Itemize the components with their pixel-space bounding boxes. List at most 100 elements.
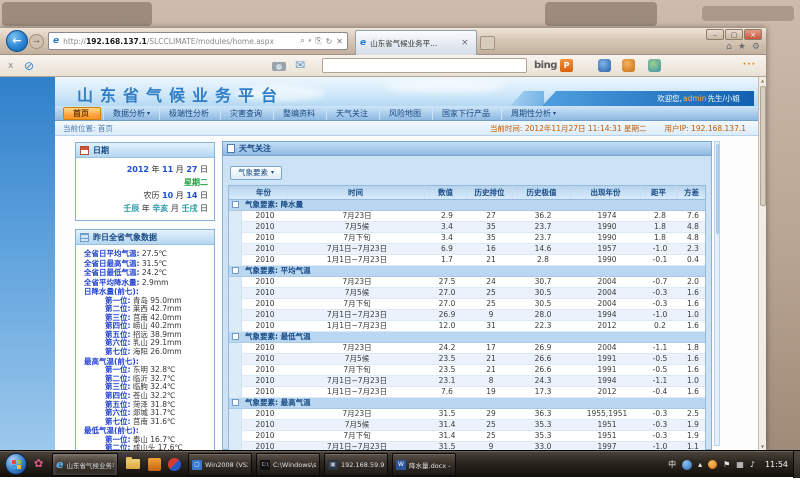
table-row: 20107月23日2.92736.219742.87.6 [229,211,705,222]
nav-item[interactable]: 极端性分析 [159,107,220,120]
table-cell: -1.1 [642,343,678,352]
toolbar-addon-icon[interactable] [598,59,611,72]
nav-item[interactable]: 首页 [63,107,101,120]
toolbar-addon-icon[interactable] [648,59,661,72]
table-cell: 25 [468,299,514,308]
stop-icon[interactable]: ✕ [336,37,343,46]
column-header: 出现年份 [571,186,641,199]
taskbar-window-button[interactable]: ▣ 192.168.59.99... [324,453,388,476]
tools-gear-icon[interactable]: ⚙ [752,42,760,52]
bing-tile-icon[interactable]: P [560,59,573,72]
pinned-app-icon[interactable] [168,458,181,471]
nav-item[interactable]: 数据分析▾ [103,107,159,120]
nav-item[interactable]: 国家下行产品 [432,107,501,120]
favorites-star-icon[interactable]: ★ [738,42,746,52]
nav-item[interactable]: 整编资料 [273,107,326,120]
table-cell: 26.9 [426,310,468,319]
search-icon[interactable]: ⌕ [300,36,304,46]
compatibility-icon[interactable]: ⎘ [315,36,321,46]
table-row: 20107月5候27.02530.52004-0.31.6 [229,288,705,299]
table-cell: 33.0 [514,442,572,450]
new-tab-button[interactable] [480,36,495,50]
taskbar-window-button[interactable]: W 降水量.docx - [392,453,456,476]
ime-indicator[interactable]: 中 [668,459,676,470]
table-cell: 7.6 [678,211,708,220]
hidden-icons-caret[interactable]: ▴ [698,460,702,469]
panel-icon [227,144,235,153]
content-scrollbar[interactable] [714,141,720,446]
calendar-icon [80,146,89,155]
home-icon[interactable]: ⌂ [726,42,732,52]
page-header: 山东省气候业务平台 欢迎您, admin 先生/小姐 [55,77,758,106]
table-cell: 21 [468,365,514,374]
toolbar-more-icon[interactable]: ··· [743,60,756,70]
search-caret-icon[interactable]: ▾ [309,38,312,44]
table-row: 20107月下旬23.52126.61991-0.51.6 [229,365,705,376]
nav-item[interactable]: 天气关注 [326,107,379,120]
expand-icon[interactable] [232,333,239,340]
maximize-button[interactable]: ▢ [725,29,743,40]
page-viewport: 山东省气候业务平台 欢迎您, admin 先生/小姐 首页 数据分析▾ 极端性分… [0,77,758,450]
tab-close-icon[interactable]: × [461,38,469,48]
ie-taskbar-button[interactable]: e 山东省气候业务平... [52,453,118,476]
taskbar-clock[interactable]: 11:54 [765,460,788,469]
nav-item[interactable]: 风险地图 [379,107,432,120]
table-cell: -1.0 [642,442,678,450]
toolbar-search-input[interactable] [322,58,527,73]
taskbar-window-button[interactable]: C:\ C:\Windows\s... [256,453,320,476]
pinned-app-icon[interactable] [148,458,161,471]
toolbar-close-icon[interactable]: x [8,61,13,71]
explorer-folder-icon[interactable] [126,459,140,469]
toolbar-addon-icon[interactable] [622,59,635,72]
nav-item[interactable]: 灾害查询 [220,107,273,120]
forward-button[interactable]: → [29,34,44,49]
table-cell: 23.7 [514,233,572,242]
table-cell: 31.4 [426,431,468,440]
scroll-up-icon[interactable]: ▲ [759,78,766,83]
table-cell: 1997 [572,442,642,450]
browser-scrollbar[interactable]: ▲ ▼ [758,77,766,450]
tray-app-icon[interactable] [708,460,717,469]
ranking-section: 最高气温(前七): 第一位: 东明 32.8℃第二位: 临沂 32.7℃第三位:… [78,357,212,427]
address-bar[interactable]: e http://192.168.137.1/SLCCLIMATE/module… [48,32,348,50]
taskbar-window-button[interactable]: ▢ Win2008 (VS2... [188,453,252,476]
table-row: 20107月下旬3.43523.719901.84.8 [229,233,705,244]
group-header-row: 气象要素: 最高气温 [229,398,705,409]
table-row: 20107月5候23.52126.61991-0.51.6 [229,354,705,365]
expand-icon[interactable] [232,399,239,406]
minimize-button[interactable]: – [706,29,724,40]
tray-app-icon[interactable] [682,460,692,470]
scroll-down-icon[interactable]: ▼ [759,444,766,449]
start-button[interactable] [5,453,27,475]
mail-icon[interactable]: ✉ [295,58,305,72]
show-desktop-button[interactable] [793,451,800,478]
weather-table: 年份时间数值历史排位历史极值出现年份距平方差 气象要素: 降水量 [228,185,706,451]
pinned-app-icon[interactable]: ✿ [34,457,43,470]
table-cell: 2004 [572,299,642,308]
column-header: 方差 [677,186,707,199]
ranking-section: 日降水量(前七): 第一位: 青岛 95.0mm第二位: 莱西 42.7mm第三… [78,287,212,357]
flag-icon[interactable]: ⚑ [723,460,730,469]
expand-icon[interactable] [232,201,239,208]
welcome-banner: 欢迎您, admin 先生/小姐 [542,91,754,106]
expand-icon[interactable] [232,267,239,274]
table-cell: 1991 [572,354,642,363]
table-cell: 1.6 [678,387,708,396]
scrollbar-thumb[interactable] [760,86,766,206]
camera-icon[interactable] [272,62,286,71]
table-cell: 1.7 [426,255,468,264]
table-cell: 1.6 [678,288,708,297]
network-icon[interactable]: ▦ [736,460,744,469]
nav-item[interactable]: 周期性分析▾ [501,107,565,120]
table-cell: 12.0 [426,321,468,330]
table-cell: 2010 [242,211,288,220]
back-button[interactable]: ← [6,30,28,52]
close-button[interactable]: × [744,29,762,40]
table-row: 20107月23日31.52936.31955,1951-0.32.5 [229,409,705,420]
browser-tab[interactable]: e 山东省气候业务平... × [355,30,477,55]
blocked-icon[interactable]: ⊘ [24,59,34,73]
table-row: 20107月1日~7月23日26.9928.01994-1.01.0 [229,310,705,321]
volume-icon[interactable]: ♪ [750,460,755,469]
refresh-icon[interactable]: ↻ [326,37,333,46]
element-filter-button[interactable]: 气象要素▾ [230,166,282,180]
